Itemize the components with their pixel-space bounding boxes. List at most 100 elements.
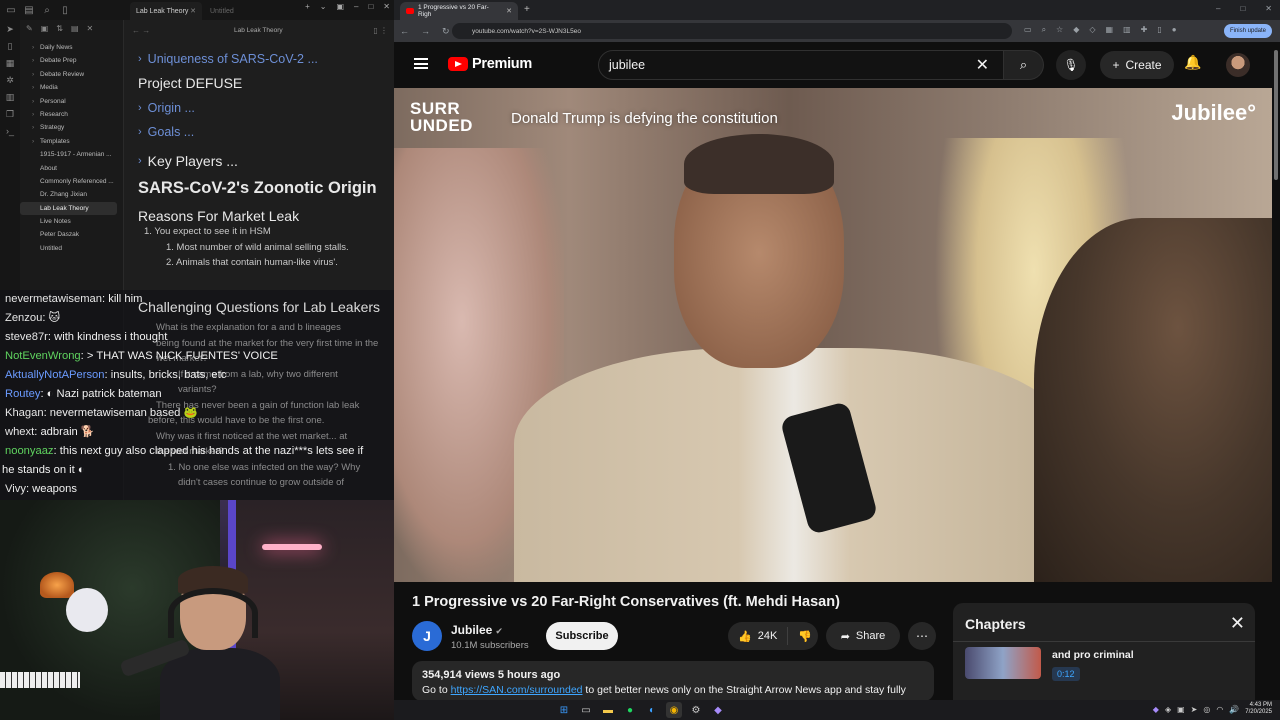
chat-username[interactable]: steve87r	[5, 331, 48, 343]
chat-username[interactable]: nevermetawiseman	[5, 293, 102, 305]
chapter-timestamp[interactable]: 0:12	[1052, 667, 1080, 681]
description-box[interactable]: 354,914 views 5 hours ago Go to https://…	[412, 661, 934, 701]
tray-app-icon[interactable]: ◎	[1203, 705, 1210, 714]
side-panel-icon[interactable]: ▯	[1157, 25, 1161, 35]
description-link[interactable]: https://SAN.com/surrounded	[451, 684, 583, 696]
close-icon[interactable]: ✕	[1230, 613, 1245, 634]
close-icon[interactable]: ✕	[1265, 4, 1272, 13]
sort-icon[interactable]: ⇅	[56, 24, 63, 33]
heading-folded[interactable]: Key Players ...	[138, 153, 388, 169]
heading-folded[interactable]: Origin ...	[138, 101, 388, 115]
create-button[interactable]: + Create	[1100, 51, 1174, 79]
close-icon[interactable]: ✕	[190, 7, 196, 15]
reload-icon[interactable]: ↻	[442, 26, 450, 37]
dislike-button[interactable]: 👎	[788, 630, 812, 643]
calendar-icon[interactable]: ▦	[6, 58, 15, 69]
tree-item[interactable]: Debate Prep	[20, 54, 123, 67]
tree-item[interactable]: Debate Review	[20, 68, 123, 81]
tray-app-icon[interactable]: ◈	[1165, 705, 1171, 714]
like-button[interactable]: 👍 24K	[728, 627, 789, 645]
sidebar-toggle-icon[interactable]: ▭	[4, 3, 18, 17]
terminal-icon[interactable]: ▭	[578, 702, 594, 718]
maximize-icon[interactable]: □	[1240, 4, 1245, 13]
page-scrollbar[interactable]	[1272, 42, 1280, 700]
tree-item[interactable]: Untitled	[20, 242, 123, 255]
channel-avatar[interactable]: J	[412, 621, 442, 651]
tray-app-icon[interactable]: ➤	[1191, 705, 1198, 714]
chat-username[interactable]: Zenzou	[5, 312, 42, 324]
tree-item[interactable]: Daily News	[20, 41, 123, 54]
copy-icon[interactable]: ❐	[6, 109, 14, 120]
extension-icon[interactable]: ◆	[1073, 25, 1079, 35]
heading-folded[interactable]: Goals ...	[138, 125, 388, 139]
clock[interactable]: 4:43 PM 7/20/2025	[1245, 702, 1272, 716]
share-button[interactable]: ➦ Share	[826, 622, 900, 650]
new-folder-icon[interactable]: ▣	[41, 24, 49, 33]
profile-icon[interactable]: ●	[1172, 25, 1177, 35]
scrollbar-thumb[interactable]	[1274, 50, 1278, 180]
clear-icon[interactable]: ✕	[976, 55, 989, 75]
layout-icon[interactable]: ▣	[336, 2, 344, 11]
chat-username[interactable]: AktuallyNotAPerson	[5, 369, 105, 381]
back-icon[interactable]: ←	[400, 26, 409, 37]
folder-icon[interactable]: ▤	[22, 3, 36, 17]
close-icon[interactable]: ✕	[87, 24, 94, 33]
tree-item[interactable]: Personal	[20, 95, 123, 108]
subscribe-button[interactable]: Subscribe	[546, 622, 618, 650]
close-icon[interactable]: ✕	[383, 2, 390, 11]
voice-search-button[interactable]: 🎙	[1056, 50, 1086, 80]
tree-item[interactable]: Peter Daszak	[20, 228, 123, 241]
tree-item[interactable]: Live Notes	[20, 215, 123, 228]
terminal-icon[interactable]: ›_	[6, 126, 14, 136]
minimize-icon[interactable]: –	[1216, 4, 1220, 13]
back-forward-icon[interactable]: ← →	[132, 26, 150, 35]
cast-icon[interactable]: ▭	[1024, 25, 1032, 35]
extension-icon[interactable]: ◇	[1089, 25, 1095, 35]
tray-app-icon[interactable]: ▣	[1177, 705, 1185, 714]
chat-username[interactable]: whext	[5, 426, 34, 438]
file-explorer-icon[interactable]: ▬	[600, 702, 616, 718]
send-icon[interactable]: ➤	[6, 24, 14, 35]
chevron-down-icon[interactable]: ⌄	[320, 2, 327, 11]
edge-icon[interactable]: ◐	[644, 702, 660, 718]
chat-username[interactable]: NotEvenWrong	[5, 350, 81, 362]
bookmark-icon[interactable]: ▯	[58, 3, 72, 17]
windows-start-icon[interactable]: ⊞	[556, 702, 572, 718]
collapse-icon[interactable]: ▤	[71, 24, 79, 33]
tree-item-active[interactable]: Lab Leak Theory	[20, 201, 117, 216]
extension-icon[interactable]: ▥	[1123, 25, 1131, 35]
tree-item[interactable]: 1915-1917 - Armenian ...	[20, 148, 123, 161]
chrome-icon[interactable]: ◉	[666, 702, 682, 718]
chat-username[interactable]: Khagan	[5, 407, 44, 419]
extension-icon[interactable]: ▦	[1106, 25, 1114, 35]
plus-icon[interactable]: +	[305, 2, 310, 11]
volume-icon[interactable]: 🔊	[1229, 705, 1239, 714]
forward-icon[interactable]: →	[421, 26, 430, 37]
chapter-item[interactable]: and pro criminal 0:12	[965, 645, 1245, 695]
close-icon[interactable]: ✕	[506, 7, 512, 15]
video-player[interactable]: SURR UNDED Donald Trump is defying the c…	[394, 88, 1272, 582]
obsidian-icon[interactable]: ◆	[710, 702, 726, 718]
graph-icon[interactable]: ✲	[6, 75, 14, 86]
extensions-puzzle-icon[interactable]: ✚	[1141, 25, 1148, 35]
tree-item[interactable]: Commonly Referenced ...	[20, 175, 123, 188]
browser-tab-active[interactable]: 1 Progressive vs 20 Far-Righ ✕	[400, 2, 518, 20]
star-icon[interactable]: ☆	[1056, 25, 1063, 35]
file-icon[interactable]: ▯	[8, 41, 13, 52]
more-actions-button[interactable]: ⋯	[908, 622, 936, 650]
chat-username[interactable]: Routey	[5, 388, 40, 400]
settings-icon[interactable]: ⚙	[688, 702, 704, 718]
spotify-icon[interactable]: ●	[622, 702, 638, 718]
heading-folded[interactable]: Uniqueness of SARS-CoV-2 ...	[138, 52, 388, 66]
chat-username[interactable]: noonyaaz	[5, 445, 54, 457]
new-note-icon[interactable]: ✎	[26, 24, 33, 33]
bell-icon[interactable]: 🔔	[1184, 54, 1201, 71]
search-input[interactable]: jubilee ✕	[598, 50, 1004, 80]
tree-item[interactable]: About	[20, 162, 123, 175]
chat-username[interactable]: Vivy	[5, 483, 26, 495]
avatar[interactable]	[1226, 53, 1250, 77]
address-bar[interactable]: youtube.com/watch?v=2S-WJN3L5eo	[452, 23, 1012, 39]
search-button[interactable]: ⌕	[1004, 50, 1044, 80]
tree-item[interactable]: Templates	[20, 135, 123, 148]
tree-item[interactable]: Media	[20, 81, 123, 94]
